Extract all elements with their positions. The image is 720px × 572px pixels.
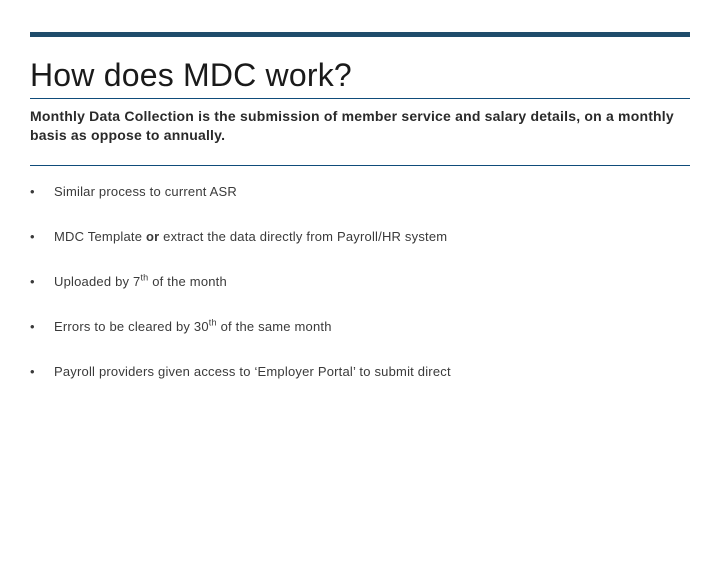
bullet-icon: • xyxy=(30,364,54,379)
page-title: How does MDC work? xyxy=(30,57,690,99)
list-item: • Uploaded by 7th of the month xyxy=(30,274,690,289)
bullet-icon: • xyxy=(30,184,54,199)
list-item: • MDC Template or extract the data direc… xyxy=(30,229,690,244)
text-fragment: extract the data directly from Payroll/H… xyxy=(159,229,447,244)
list-item: • Payroll providers given access to ‘Emp… xyxy=(30,364,690,379)
ordinal-sup: th xyxy=(209,317,217,327)
bullet-icon: • xyxy=(30,319,54,334)
text-bold: or xyxy=(146,229,159,244)
mid-divider xyxy=(30,165,690,166)
bullet-text: Uploaded by 7th of the month xyxy=(54,274,227,289)
bullet-icon: • xyxy=(30,229,54,244)
text-fragment: Errors to be cleared by 30 xyxy=(54,319,209,334)
bullet-icon: • xyxy=(30,274,54,289)
subtitle: Monthly Data Collection is the submissio… xyxy=(30,107,690,145)
bullet-list: • Similar process to current ASR • MDC T… xyxy=(30,184,690,379)
text-fragment: of the same month xyxy=(217,319,332,334)
bullet-text: Errors to be cleared by 30th of the same… xyxy=(54,319,332,334)
bullet-text: Payroll providers given access to ‘Emplo… xyxy=(54,364,451,379)
list-item: • Similar process to current ASR xyxy=(30,184,690,199)
list-item: • Errors to be cleared by 30th of the sa… xyxy=(30,319,690,334)
bullet-text: Similar process to current ASR xyxy=(54,184,237,199)
text-fragment: MDC Template xyxy=(54,229,146,244)
slide: How does MDC work? Monthly Data Collecti… xyxy=(0,32,720,572)
text-fragment: of the month xyxy=(148,274,226,289)
text-fragment: Uploaded by 7 xyxy=(54,274,140,289)
bullet-text: MDC Template or extract the data directl… xyxy=(54,229,447,244)
top-divider xyxy=(30,32,690,37)
